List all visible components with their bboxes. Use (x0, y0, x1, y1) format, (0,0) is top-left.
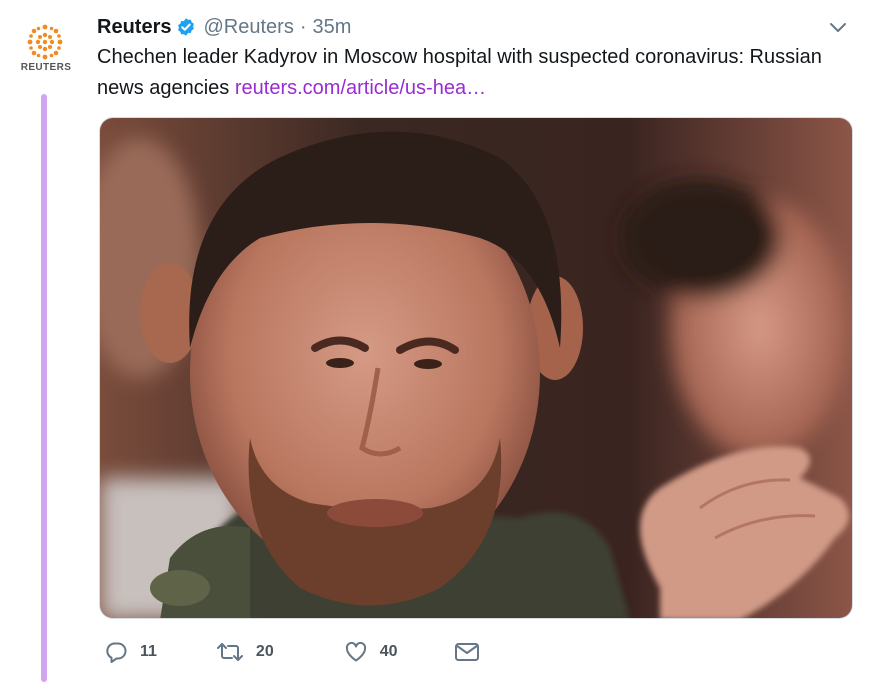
photo-image (100, 118, 852, 618)
reuters-logo-icon (27, 24, 63, 60)
handle[interactable]: @Reuters (203, 16, 293, 39)
like-button[interactable]: 40 (344, 640, 398, 664)
chevron-down-icon (830, 23, 846, 32)
heart-icon (345, 641, 366, 662)
thread-line (41, 94, 47, 682)
avatar[interactable]: REUTERS (14, 22, 76, 74)
tweet-actions: 11 20 40 (97, 636, 480, 668)
direct-message-button[interactable] (454, 641, 480, 663)
display-name[interactable]: Reuters (97, 16, 171, 39)
envelope-icon (454, 643, 479, 661)
retweet-icon (216, 643, 243, 661)
timestamp[interactable]: 35m (313, 16, 352, 39)
reply-count: 11 (140, 643, 157, 660)
tweet-text: Chechen leader Kadyrov in Moscow hospita… (97, 42, 857, 104)
separator-dot: · (299, 15, 307, 38)
retweet-count: 20 (255, 643, 274, 660)
reply-button[interactable]: 11 (104, 640, 157, 664)
article-link[interactable]: reuters.com/article/us-hea… (235, 77, 486, 99)
verified-badge-icon (176, 17, 196, 37)
tweet-header: Reuters @Reuters · 35m (97, 12, 351, 42)
tweet-photo[interactable] (99, 117, 853, 619)
like-count: 40 (379, 643, 398, 660)
avatar-wordmark: REUTERS (20, 62, 72, 73)
reply-icon (106, 642, 127, 663)
retweet-button[interactable]: 20 (216, 640, 274, 664)
more-options-button[interactable] (826, 18, 850, 38)
